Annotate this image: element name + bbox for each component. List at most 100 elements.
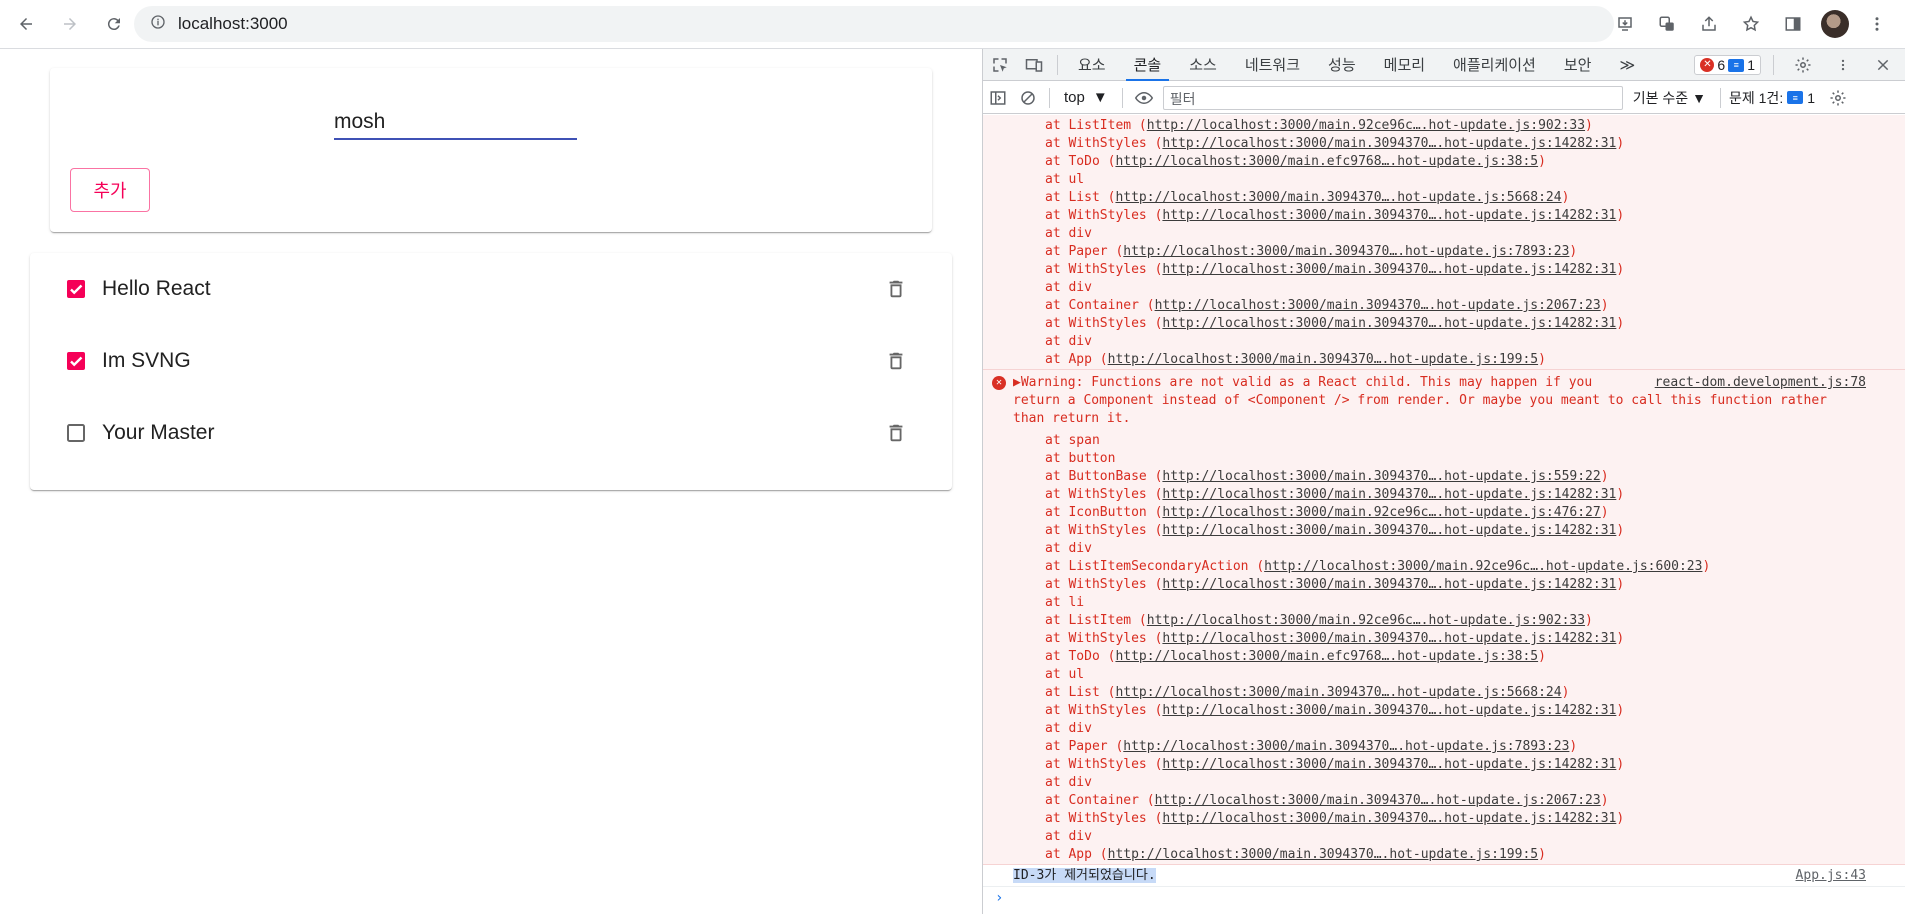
stack-frame-link[interactable]: http://localhost:3000/main.3094370….hot-… xyxy=(1162,703,1616,718)
stack-frame-close: ) xyxy=(1561,190,1570,205)
stack-frame-close: ) xyxy=(1585,613,1593,628)
stack-frame-link[interactable]: http://localhost:3000/main.92ce96c….hot-… xyxy=(1162,505,1600,520)
console-settings-gear-icon[interactable] xyxy=(1823,83,1853,113)
stack-frame-link[interactable]: http://localhost:3000/main.3094370….hot-… xyxy=(1162,208,1616,223)
inspect-element-icon[interactable] xyxy=(983,49,1017,81)
stack-frame-link[interactable]: http://localhost:3000/main.efc9768….hot-… xyxy=(1115,154,1538,169)
stack-frame-link[interactable]: http://localhost:3000/main.3094370….hot-… xyxy=(1162,811,1616,826)
reload-icon[interactable] xyxy=(96,6,132,42)
stack-frame-link[interactable]: http://localhost:3000/main.3094370….hot-… xyxy=(1162,523,1616,538)
address-bar[interactable]: localhost:3000 xyxy=(134,6,1614,42)
stack-frame-close: ) xyxy=(1616,811,1625,826)
stack-frame-link[interactable]: http://localhost:3000/main.92ce96c….hot-… xyxy=(1147,613,1585,628)
todo-input[interactable]: mosh xyxy=(334,108,577,140)
stack-frame: at div xyxy=(983,540,1905,558)
stack-frame-close: ) xyxy=(1569,244,1578,259)
warning-header[interactable]: ✕ ▶Warning: Functions are not valid as a… xyxy=(983,370,1905,432)
delete-icon[interactable] xyxy=(884,421,908,445)
stack-frame-link[interactable]: http://localhost:3000/main.3094370….hot-… xyxy=(1155,793,1601,808)
more-tabs-button[interactable]: ≫ xyxy=(1605,49,1649,81)
more-vert-icon[interactable] xyxy=(1859,6,1895,42)
stack-frame-text: at App ( xyxy=(1045,847,1108,862)
close-icon[interactable] xyxy=(1866,49,1900,81)
stack-frame-link[interactable]: http://localhost:3000/main.3094370….hot-… xyxy=(1162,469,1600,484)
stack-frame: at WithStyles (http://localhost:3000/mai… xyxy=(983,207,1905,225)
stack-frame: at li xyxy=(983,594,1905,612)
tab-sources[interactable]: 소스 xyxy=(1175,49,1231,81)
source-link[interactable]: react-dom.development.js:78 xyxy=(1655,374,1866,392)
settings-gear-icon[interactable] xyxy=(1786,49,1820,81)
stack-frame-link[interactable]: http://localhost:3000/main.3094370….hot-… xyxy=(1162,757,1616,772)
error-count-badge[interactable]: ✕ 6 ≡ 1 xyxy=(1694,55,1761,75)
context-select[interactable]: top ▼ xyxy=(1056,89,1116,106)
stack-frame-text: at App ( xyxy=(1045,352,1108,367)
tab-memory[interactable]: 메모리 xyxy=(1370,49,1439,81)
install-icon[interactable] xyxy=(1607,6,1643,42)
stack-frame: at ListItemSecondaryAction (http://local… xyxy=(983,558,1905,576)
stack-frame-text: at WithStyles ( xyxy=(1045,577,1163,592)
stack-frame-link[interactable]: http://localhost:3000/main.3094370….hot-… xyxy=(1123,739,1569,754)
stack-frame-link[interactable]: http://localhost:3000/main.3094370….hot-… xyxy=(1123,244,1569,259)
stack-frame-link[interactable]: http://localhost:3000/main.3094370….hot-… xyxy=(1162,262,1616,277)
share-icon[interactable] xyxy=(1691,6,1727,42)
stack-frame-link[interactable]: http://localhost:3000/main.3094370….hot-… xyxy=(1162,631,1616,646)
stack-frame-close: ) xyxy=(1600,469,1609,484)
delete-icon[interactable] xyxy=(884,277,908,301)
stack-frame-link[interactable]: http://localhost:3000/main.92ce96c….hot-… xyxy=(1147,118,1585,133)
bookmark-star-icon[interactable] xyxy=(1733,6,1769,42)
tab-performance[interactable]: 성능 xyxy=(1314,49,1370,81)
stack-frame-link[interactable]: http://localhost:3000/main.3094370….hot-… xyxy=(1162,316,1616,331)
stack-frame-link[interactable]: http://localhost:3000/main.3094370….hot-… xyxy=(1162,136,1616,151)
list-item[interactable]: Im SVNG xyxy=(30,325,952,397)
issues-button[interactable]: 문제 1건: ≡ 1 xyxy=(1720,87,1815,108)
translate-icon[interactable] xyxy=(1649,6,1685,42)
stack-frame-text: at ul xyxy=(1045,172,1085,187)
list-item[interactable]: Your Master xyxy=(30,397,952,469)
tab-console[interactable]: 콘솔 xyxy=(1120,49,1176,81)
side-panel-icon[interactable] xyxy=(1775,6,1811,42)
back-icon[interactable] xyxy=(8,6,44,42)
browser-toolbar: localhost:3000 xyxy=(0,0,1905,49)
todo-label: Im SVNG xyxy=(102,349,191,372)
profile-avatar[interactable] xyxy=(1817,6,1853,42)
tab-network[interactable]: 네트워크 xyxy=(1231,49,1314,81)
info-icon[interactable] xyxy=(150,14,166,35)
tab-application[interactable]: 애플리케이션 xyxy=(1439,49,1550,81)
checkbox-checked-icon[interactable] xyxy=(64,349,88,373)
console-toolbar: top ▼ 필터 기본 수준 ▼ 문제 1건: ≡ 1 xyxy=(983,82,1905,114)
stack-frame-link[interactable]: http://localhost:3000/main.3094370….hot-… xyxy=(1155,298,1601,313)
filter-input[interactable]: 필터 xyxy=(1162,85,1623,110)
add-button[interactable]: 추가 xyxy=(70,168,150,212)
live-expression-eye-icon[interactable] xyxy=(1129,83,1159,113)
log-levels-dropdown[interactable]: 기본 수준 ▼ xyxy=(1633,88,1706,108)
stack-frame-text: at span xyxy=(1045,433,1100,448)
checkbox-checked-icon[interactable] xyxy=(64,277,88,301)
log-text: ID-3가 제거되었습니다. xyxy=(1013,868,1156,883)
devtools-menu-icon[interactable] xyxy=(1826,49,1860,81)
stack-frame-link[interactable]: http://localhost:3000/main.3094370….hot-… xyxy=(1162,577,1616,592)
stack-frame-link[interactable]: http://localhost:3000/main.3094370….hot-… xyxy=(1108,352,1538,367)
stack-frame-link[interactable]: http://localhost:3000/main.3094370….hot-… xyxy=(1108,847,1538,862)
stack-frame: at span xyxy=(983,432,1905,450)
tab-elements[interactable]: 요소 xyxy=(1064,49,1120,81)
forward-icon[interactable] xyxy=(52,6,88,42)
clear-console-icon[interactable] xyxy=(1013,83,1043,113)
stack-frame-close: ) xyxy=(1585,118,1593,133)
stack-frame-close: ) xyxy=(1616,262,1625,277)
stack-frame-link[interactable]: http://localhost:3000/main.92ce96c….hot-… xyxy=(1264,559,1702,574)
stack-frame: at div xyxy=(983,720,1905,738)
stack-frame-text: at IconButton ( xyxy=(1045,505,1163,520)
sidebar-toggle-icon[interactable] xyxy=(983,83,1013,113)
checkbox-unchecked-icon[interactable] xyxy=(64,421,88,445)
console-prompt[interactable]: › xyxy=(983,887,1905,909)
stack-frame-text: at WithStyles ( xyxy=(1045,811,1163,826)
device-toolbar-icon[interactable] xyxy=(1017,49,1051,81)
stack-frame-link[interactable]: http://localhost:3000/main.3094370….hot-… xyxy=(1162,487,1616,502)
stack-frame-link[interactable]: http://localhost:3000/main.3094370….hot-… xyxy=(1115,190,1561,205)
list-item[interactable]: Hello React xyxy=(30,253,952,325)
delete-icon[interactable] xyxy=(884,349,908,373)
source-link[interactable]: App.js:43 xyxy=(1796,865,1866,887)
stack-frame-link[interactable]: http://localhost:3000/main.efc9768….hot-… xyxy=(1115,649,1538,664)
tab-security[interactable]: 보안 xyxy=(1550,49,1606,81)
stack-frame-link[interactable]: http://localhost:3000/main.3094370….hot-… xyxy=(1115,685,1561,700)
